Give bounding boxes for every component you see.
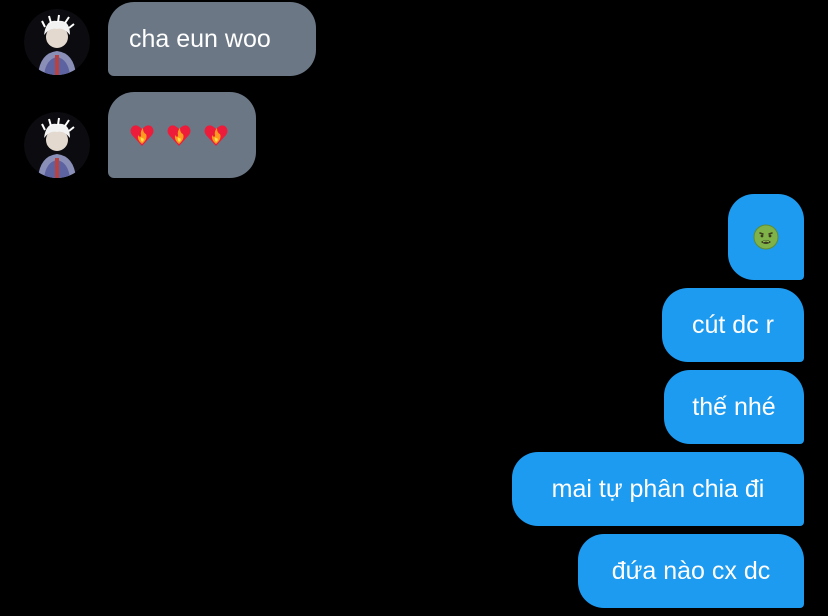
heart-on-fire-emoji xyxy=(166,122,192,148)
message-text: cha eun woo xyxy=(129,25,271,53)
sender-avatar[interactable] xyxy=(24,9,90,75)
sender-avatar[interactable] xyxy=(24,112,90,178)
outgoing-message-bubble[interactable]: đứa nào cx dc xyxy=(578,534,804,608)
outgoing-message-bubble[interactable]: thế nhé xyxy=(664,370,804,444)
outgoing-message-bubble[interactable] xyxy=(728,194,804,280)
heart-on-fire-emoji xyxy=(203,122,229,148)
message-text: đứa nào cx dc xyxy=(611,557,771,585)
message-text: thế nhé xyxy=(692,393,776,421)
outgoing-message-bubble[interactable]: cút dc r xyxy=(662,288,804,362)
outgoing-message-bubble[interactable]: mai tự phân chia đi xyxy=(512,452,804,526)
incoming-message-bubble[interactable] xyxy=(108,92,256,178)
message-text: mai tự phân chia đi xyxy=(551,475,765,503)
incoming-message-bubble[interactable]: cha eun woo xyxy=(108,2,316,76)
nauseated-face-emoji xyxy=(753,224,779,250)
message-text: cút dc r xyxy=(692,311,774,339)
heart-on-fire-emoji xyxy=(129,122,155,148)
